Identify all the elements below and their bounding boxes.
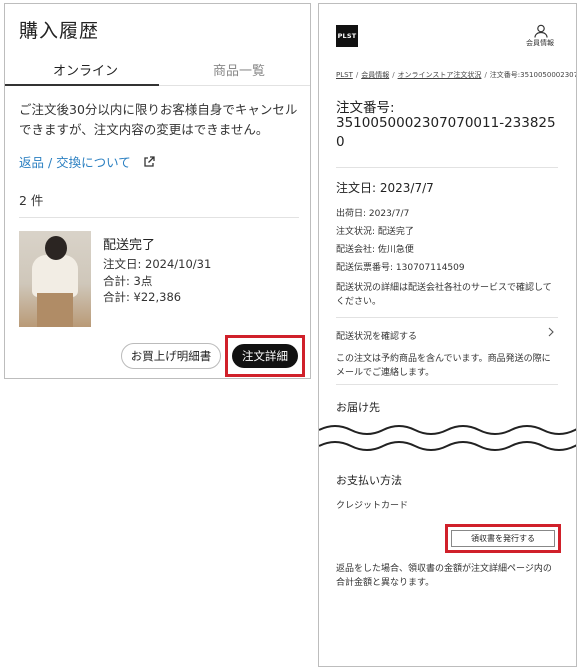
carrier: 配送会社: 佐川急便 [336,245,414,255]
breadcrumb-home[interactable]: PLST [336,71,353,79]
divider [336,167,558,168]
omission-wave [319,425,576,451]
tracking-number: 配送伝票番号: 130707114509 [336,263,465,273]
ship-date: 出荷日: 2023/7/7 [336,209,410,219]
product-image[interactable] [19,231,91,327]
purchase-receipt-button[interactable]: お買上げ明細書 [121,343,221,369]
tab-products[interactable]: 商品一覧 [213,60,265,79]
carrier-note: 配送状況の詳細は配送会社各社のサービスで確認してください。 [336,283,552,307]
order-date-heading: 注文日: 2023/7/7 [336,181,434,195]
breadcrumb-current: 注文番号:35100500023070 [489,71,576,79]
breadcrumb-member[interactable]: 会員情報 [361,71,389,79]
highlight-box-receipt: 領収書を発行する [445,524,561,553]
returns-exchange-link[interactable]: 返品 / 交換について [19,152,155,171]
brand-logo[interactable]: PLST [336,25,358,47]
purchase-history-panel: 購入履歴 オンライン 商品一覧 ご注文後30分以内に限りお客様自身でキャンセルで… [4,3,311,379]
highlight-box-order-detail: 注文詳細 [225,335,305,377]
chevron-right-icon[interactable] [547,327,555,337]
divider [336,384,558,385]
order-detail-button[interactable]: 注文詳細 [232,344,298,368]
order-quantity: 合計: 3点 [103,274,153,288]
thumb-head [45,236,67,260]
external-link-icon [143,155,155,168]
cancel-notice: ご注文後30分以内に限りお客様自身でキャンセルできますが、注文内容の変更はできま… [19,102,298,137]
thumb-skirt [37,293,73,327]
delivery-address-heading: お届け先 [336,401,380,414]
divider [336,317,558,318]
order-total: 合計: ¥22,386 [103,290,182,304]
delivery-status: 配送完了 [103,238,156,253]
active-tab-indicator [5,84,159,86]
order-detail-panel: PLST 会員情報 PLST / 会員情報 / オンラインストア注文状況 / 注文番号:35… [318,3,577,667]
returns-link-label: 返品 / 交換について [19,155,131,170]
order-date: 注文日: 2024/10/31 [103,257,212,271]
member-info-label[interactable]: 会員情報 [526,38,554,48]
tab-online[interactable]: オンライン [53,60,118,79]
order-number-label: 注文番号: [336,100,395,116]
payment-heading: お支払い方法 [336,474,402,487]
breadcrumb-order-status[interactable]: オンラインストア注文状況 [398,71,482,79]
user-icon[interactable] [533,24,549,38]
preorder-note: この注文は予約商品を含んでいます。商品発送の際にメールでご連絡します。 [336,354,551,378]
issue-receipt-button[interactable]: 領収書を発行する [451,530,555,547]
order-number: 3510050002307070011-2338250 [336,115,556,150]
breadcrumb: PLST / 会員情報 / オンラインストア注文状況 / 注文番号:351005000230… [336,70,576,80]
thumb-sweater [32,255,78,297]
payment-method: クレジットカード [336,501,409,511]
divider [19,217,299,218]
order-status: 注文状況: 配送完了 [336,227,414,237]
page-title: 購入履歴 [19,20,100,42]
refund-note: 返品をした場合、領収書の金額が注文詳細ページ内の合計金額と異なります。 [336,564,552,588]
check-shipping-link[interactable]: 配送状況を確認する [336,329,417,342]
order-count: 2 件 [19,193,44,208]
